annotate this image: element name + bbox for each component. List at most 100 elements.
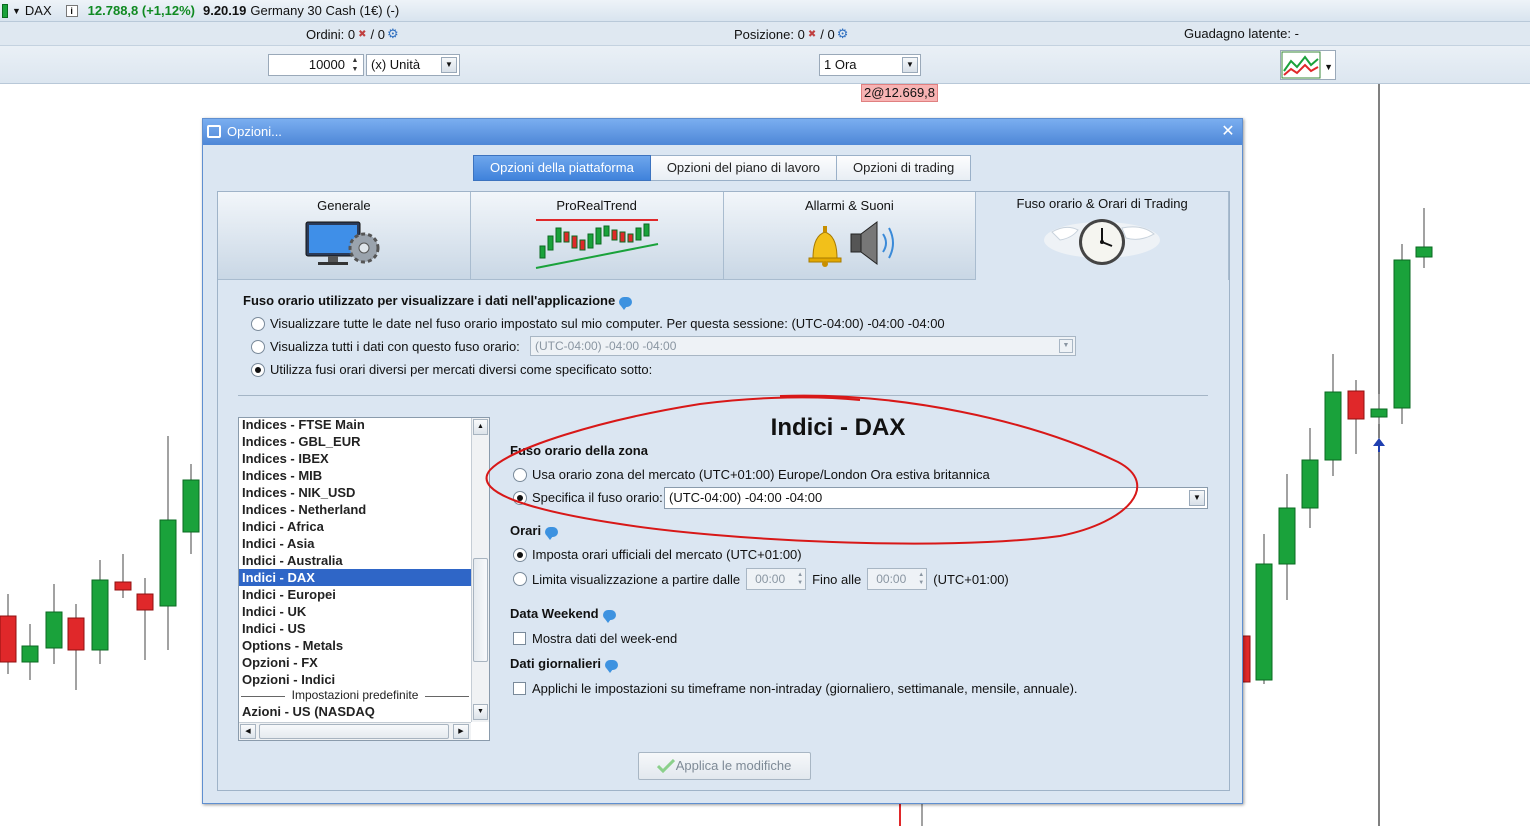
orders-value-2: 0 bbox=[377, 26, 386, 42]
list-item[interactable]: Indices - Netherland bbox=[239, 501, 471, 518]
scroll-up-icon[interactable]: ▲ bbox=[473, 419, 488, 435]
list-item[interactable]: Azioni - US (NASDAQ bbox=[239, 703, 471, 720]
gear-icon[interactable]: ⚙ bbox=[387, 26, 399, 42]
tz-option-per-market[interactable]: Utilizza fusi orari diversi per mercati … bbox=[251, 362, 652, 377]
radio-hours-limit[interactable] bbox=[513, 572, 527, 586]
positions-value-2: 0 bbox=[827, 26, 835, 42]
tz-option-specific[interactable]: Visualizza tutti i dati con questo fuso … bbox=[251, 339, 520, 354]
help-bubble-icon[interactable] bbox=[545, 526, 559, 540]
list-item[interactable]: Indices - GBL_EUR bbox=[239, 433, 471, 450]
tab-prorealtrend[interactable]: ProRealTrend bbox=[470, 192, 724, 280]
tab-workspace-options[interactable]: Opzioni del piano di lavoro bbox=[650, 155, 838, 181]
spin-icon[interactable]: ▲ ▼ bbox=[797, 571, 803, 587]
checkbox-daily[interactable] bbox=[513, 682, 526, 695]
chart-type-button[interactable]: ▼ bbox=[1280, 50, 1336, 80]
gear-icon[interactable]: ⚙ bbox=[837, 26, 849, 42]
hours-to-stepper[interactable]: 00:00 ▲ ▼ bbox=[867, 568, 928, 590]
hours-option-official[interactable]: Imposta orari ufficiali del mercato (UTC… bbox=[513, 547, 802, 562]
help-bubble-icon[interactable] bbox=[602, 609, 616, 623]
tab-platform-options[interactable]: Opzioni della piattaforma bbox=[473, 155, 651, 181]
market-list[interactable]: Indices - FTSE Main Indices - GBL_EUR In… bbox=[238, 417, 490, 741]
daily-option[interactable]: Applichi le impostazioni su timeframe no… bbox=[513, 681, 1078, 696]
checkbox-weekend[interactable] bbox=[513, 632, 526, 645]
tab-timezone-hours[interactable]: Fuso orario & Orari di Trading bbox=[976, 192, 1229, 280]
horizontal-scrollbar[interactable]: ◀ ▶ bbox=[239, 722, 471, 740]
daily-section-title: Dati giornalieri bbox=[510, 656, 619, 673]
dialog-titlebar[interactable]: Opzioni... ✕ bbox=[203, 119, 1242, 145]
list-item[interactable]: Indici - UK bbox=[239, 603, 471, 620]
spin-icon[interactable]: ▲ ▼ bbox=[348, 56, 362, 74]
help-bubble-icon[interactable] bbox=[605, 659, 619, 673]
tz-option-computer[interactable]: Visualizzare tutte le date nel fuso orar… bbox=[251, 316, 945, 331]
tz-global-select[interactable]: (UTC-04:00) -04:00 -04:00 ▼ bbox=[530, 336, 1076, 356]
chevron-down-icon[interactable]: ▼ bbox=[1189, 490, 1205, 506]
scroll-thumb[interactable] bbox=[259, 724, 449, 739]
chevron-down-icon[interactable]: ▼ bbox=[902, 57, 918, 73]
tab-timezone-label: Fuso orario & Orari di Trading bbox=[1016, 196, 1188, 211]
hours-option-limit[interactable]: Limita visualizzazione a partire dalle 0… bbox=[513, 568, 1009, 590]
radio-tz-computer[interactable] bbox=[251, 316, 265, 331]
tab-alarms-label: Allarmi & Suoni bbox=[804, 198, 894, 213]
unit-select[interactable]: (x) Unità ▼ bbox=[366, 54, 460, 76]
list-item[interactable]: Indices - MIB bbox=[239, 467, 471, 484]
list-item[interactable]: Indices - FTSE Main bbox=[239, 418, 471, 433]
orders-summary: Ordini: 0 ✖ / 0 ⚙ bbox=[306, 26, 399, 42]
chevron-down-icon[interactable]: ▼ bbox=[441, 57, 457, 73]
list-item[interactable]: Indici - Europei bbox=[239, 586, 471, 603]
list-item[interactable]: Indici - Africa bbox=[239, 518, 471, 535]
zone-timezone-select[interactable]: (UTC-04:00) -04:00 -04:00 ▼ bbox=[664, 487, 1208, 509]
section-tabs: Generale ProRealTrend Allarmi & Suoni Fu… bbox=[218, 192, 1229, 280]
chevron-down-icon[interactable]: ▼ bbox=[1324, 62, 1333, 72]
tab-alarms-sounds[interactable]: Allarmi & Suoni bbox=[723, 192, 977, 280]
market-title: Indici - DAX bbox=[770, 414, 906, 441]
tab-general[interactable]: Generale bbox=[218, 192, 471, 280]
list-item[interactable]: Indici - US bbox=[239, 620, 471, 637]
vertical-scrollbar[interactable]: ▲ ▼ bbox=[471, 418, 489, 722]
latent-value: - bbox=[1294, 26, 1299, 41]
list-item[interactable]: Indici - Australia bbox=[239, 552, 471, 569]
list-item[interactable]: Indices - NIK_USD bbox=[239, 484, 471, 501]
positions-summary: Posizione: 0 ✖ / 0 ⚙ bbox=[734, 26, 849, 42]
list-item[interactable]: Indices - IBEX bbox=[239, 450, 471, 467]
zone-option-specific[interactable]: Specifica il fuso orario: bbox=[513, 490, 663, 505]
hours-from-stepper[interactable]: 00:00 ▲ ▼ bbox=[746, 568, 807, 590]
scroll-left-icon[interactable]: ◀ bbox=[240, 724, 256, 739]
quantity-stepper[interactable]: 10000 ▲ ▼ bbox=[268, 54, 364, 76]
radio-tz-per-market[interactable] bbox=[251, 362, 265, 377]
close-icon[interactable]: ✖ bbox=[358, 29, 366, 40]
scroll-right-icon[interactable]: ▶ bbox=[453, 724, 469, 739]
timeframe-select[interactable]: 1 Ora ▼ bbox=[819, 54, 921, 76]
list-item[interactable]: Opzioni - FX bbox=[239, 654, 471, 671]
radio-hours-official[interactable] bbox=[513, 547, 527, 562]
scroll-down-icon[interactable]: ▼ bbox=[473, 704, 488, 720]
list-item[interactable]: Opzioni - Indici bbox=[239, 671, 471, 688]
close-icon[interactable]: ✖ bbox=[808, 29, 816, 40]
weekend-option[interactable]: Mostra dati del week-end bbox=[513, 631, 677, 646]
zone-option-market[interactable]: Usa orario zona del mercato (UTC+01:00) … bbox=[513, 467, 990, 482]
spin-icon[interactable]: ▲ ▼ bbox=[918, 571, 924, 587]
world-clock-icon bbox=[1044, 219, 1161, 265]
chevron-down-icon[interactable]: ▼ bbox=[1059, 339, 1073, 353]
close-icon[interactable]: ✕ bbox=[1218, 122, 1238, 142]
radio-tz-specific[interactable] bbox=[251, 339, 265, 354]
last-time: 9.20.19 bbox=[202, 3, 247, 18]
apply-changes-button[interactable]: Applica le modifiche bbox=[638, 752, 811, 780]
candle-icon bbox=[2, 3, 8, 18]
chevron-down-icon[interactable]: ▼ bbox=[12, 6, 21, 16]
radio-zone-market[interactable] bbox=[513, 467, 527, 482]
tab-prorealtrend-label: ProRealTrend bbox=[556, 198, 637, 213]
hours-section-title: Orari bbox=[510, 523, 559, 540]
trade-toolbar: 10000 ▲ ▼ (x) Unità ▼ 1 Ora ▼ ▼ bbox=[0, 46, 1530, 84]
scroll-thumb[interactable] bbox=[473, 558, 488, 662]
list-item[interactable]: Indici - Asia bbox=[239, 535, 471, 552]
tab-trading-options[interactable]: Opzioni di trading bbox=[837, 155, 972, 181]
symbol-name[interactable]: DAX bbox=[25, 3, 52, 18]
latent-gain: Guadagno latente: - bbox=[1184, 26, 1299, 41]
radio-zone-specific[interactable] bbox=[513, 490, 527, 505]
list-item-selected[interactable]: Indici - DAX bbox=[239, 569, 471, 586]
orders-bar: Ordini: 0 ✖ / 0 ⚙ Posizione: 0 ✖ / 0 ⚙ G… bbox=[0, 22, 1530, 46]
info-icon[interactable]: i bbox=[65, 4, 78, 17]
list-item[interactable]: Options - Metals bbox=[239, 637, 471, 654]
help-bubble-icon[interactable] bbox=[619, 296, 633, 310]
instrument-bar: ▼ DAX i 12.788,8 (+1,12%) 9.20.19 German… bbox=[0, 0, 1530, 22]
